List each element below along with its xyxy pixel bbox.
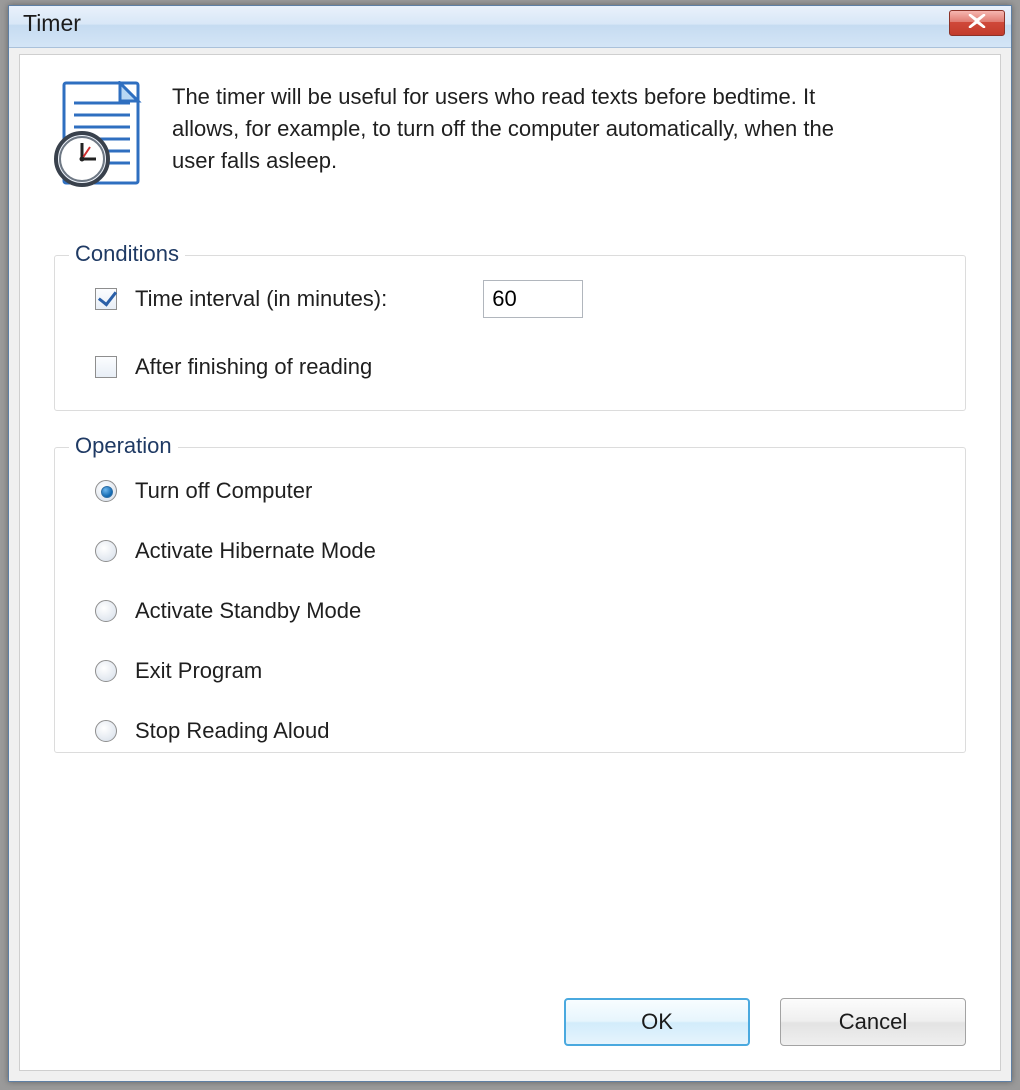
label-exit: Exit Program bbox=[135, 658, 262, 684]
label-standby: Activate Standby Mode bbox=[135, 598, 361, 624]
dialog-body: The timer will be useful for users who r… bbox=[19, 54, 1001, 1071]
radio-row-stop-reading: Stop Reading Aloud bbox=[95, 714, 937, 748]
radio-row-standby: Activate Standby Mode bbox=[95, 594, 937, 628]
label-time-interval: Time interval (in minutes): bbox=[135, 286, 387, 312]
conditions-legend: Conditions bbox=[69, 241, 185, 267]
dialog-timer: Timer bbox=[8, 5, 1012, 1082]
radio-turn-off-computer[interactable] bbox=[95, 480, 117, 502]
checkbox-time-interval[interactable] bbox=[95, 288, 117, 310]
radio-row-hibernate: Activate Hibernate Mode bbox=[95, 534, 937, 568]
ok-button[interactable]: OK bbox=[564, 998, 750, 1046]
document-clock-icon bbox=[54, 81, 148, 193]
radio-row-exit: Exit Program bbox=[95, 654, 937, 688]
group-operation: Operation Turn off Computer Activate Hib… bbox=[54, 447, 966, 753]
close-icon bbox=[967, 14, 987, 33]
radio-exit-program[interactable] bbox=[95, 660, 117, 682]
label-turn-off: Turn off Computer bbox=[135, 478, 312, 504]
ok-label: OK bbox=[641, 1009, 673, 1035]
label-hibernate: Activate Hibernate Mode bbox=[135, 538, 376, 564]
radio-standby[interactable] bbox=[95, 600, 117, 622]
radio-stop-reading[interactable] bbox=[95, 720, 117, 742]
label-after-reading: After finishing of reading bbox=[135, 354, 372, 380]
cancel-button[interactable]: Cancel bbox=[780, 998, 966, 1046]
intro-text: The timer will be useful for users who r… bbox=[172, 81, 872, 177]
cancel-label: Cancel bbox=[839, 1009, 907, 1035]
button-row: OK Cancel bbox=[54, 974, 966, 1046]
close-button[interactable] bbox=[949, 10, 1005, 36]
input-time-interval[interactable] bbox=[483, 280, 583, 318]
intro: The timer will be useful for users who r… bbox=[54, 81, 966, 193]
group-conditions: Conditions Time interval (in minutes): A… bbox=[54, 255, 966, 411]
titlebar[interactable]: Timer bbox=[9, 6, 1011, 48]
checkbox-after-reading[interactable] bbox=[95, 356, 117, 378]
radio-row-turn-off: Turn off Computer bbox=[95, 474, 937, 508]
row-time-interval: Time interval (in minutes): bbox=[95, 282, 937, 316]
window-title: Timer bbox=[23, 10, 81, 37]
label-stop-reading: Stop Reading Aloud bbox=[135, 718, 330, 744]
radio-hibernate[interactable] bbox=[95, 540, 117, 562]
operation-legend: Operation bbox=[69, 433, 178, 459]
row-after-reading: After finishing of reading bbox=[95, 350, 937, 384]
